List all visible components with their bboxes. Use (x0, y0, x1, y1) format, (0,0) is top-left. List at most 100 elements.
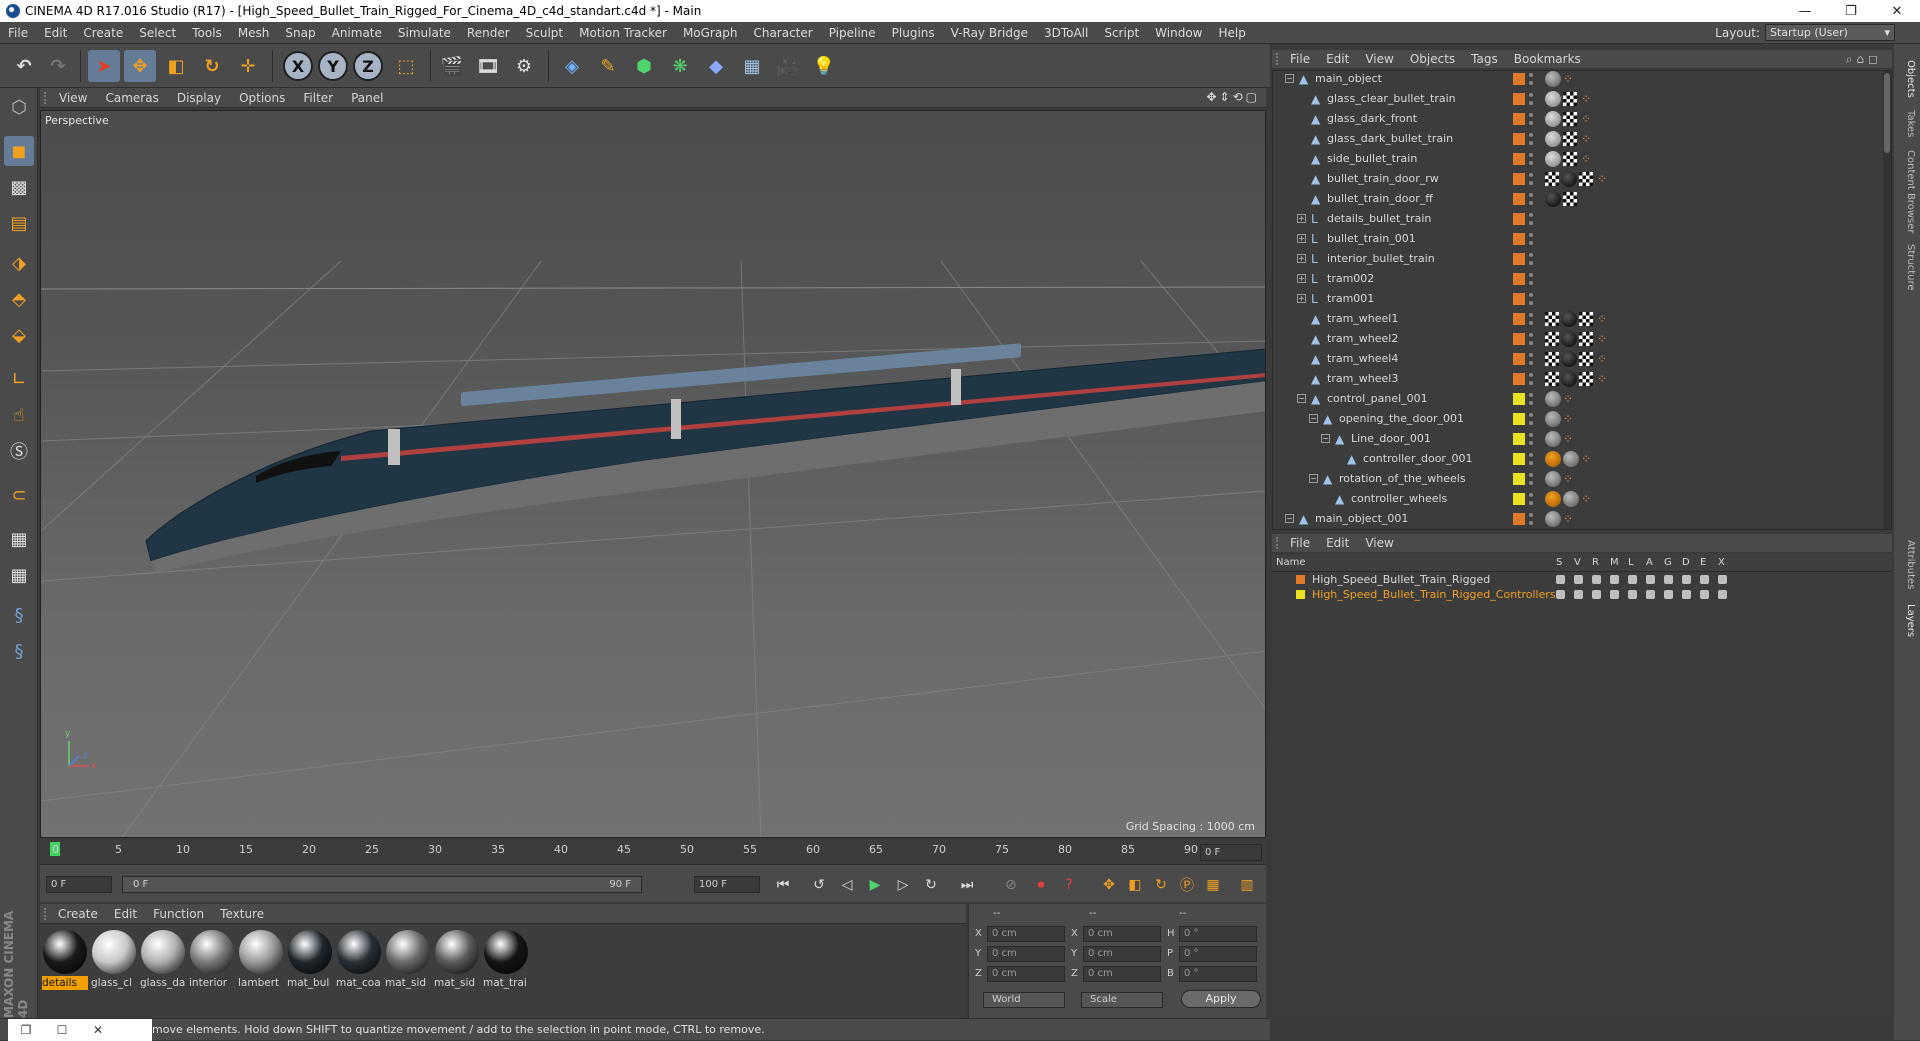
object-row[interactable]: ▲ glass_dark_bullet_train ⁘ (1273, 129, 1891, 149)
pos-x-field[interactable]: 0 cm (987, 926, 1065, 942)
key-scale-icon[interactable]: ◧ (1124, 874, 1146, 896)
layer-col-animation[interactable]: A (1646, 557, 1653, 568)
object-row[interactable]: − ▲ main_object_001 ⁘ (1273, 509, 1891, 529)
weight-tag-icon[interactable]: ⁘ (1581, 112, 1595, 126)
layer-color-indicator[interactable] (1513, 273, 1525, 285)
menu-vray-bridge[interactable]: V-Ray Bridge (943, 26, 1036, 40)
weight-tag-icon[interactable]: ⁘ (1597, 332, 1611, 346)
layer-col-deformers[interactable]: D (1682, 557, 1690, 568)
visibility-dots-icon[interactable] (1529, 473, 1533, 485)
layer-color-indicator[interactable] (1513, 353, 1525, 365)
visibility-dots-icon[interactable] (1529, 453, 1533, 465)
viewport-menu-filter[interactable]: Filter (294, 91, 342, 105)
layers-menu-file[interactable]: File (1282, 536, 1318, 550)
layout-dropdown[interactable]: Startup (User) ▾ (1765, 24, 1895, 41)
material-tag-icon[interactable] (1545, 91, 1561, 107)
material-tag-icon[interactable] (1545, 391, 1561, 407)
weight-tag-icon[interactable]: ⁘ (1581, 492, 1595, 506)
texture-tag-icon[interactable] (1545, 352, 1559, 366)
object-name[interactable]: bullet_train_door_rw (1327, 172, 1439, 185)
object-row[interactable]: ▲ bullet_train_door_rw ⁘ (1273, 169, 1891, 189)
current-frame-field[interactable]: 0 F (1200, 844, 1262, 861)
viewport-menu-view[interactable]: View (50, 91, 96, 105)
rot-p-field[interactable]: 0 ° (1179, 946, 1257, 962)
scale-tool-icon[interactable]: ◧ (160, 50, 192, 82)
render-settings-icon[interactable]: ⚙ (508, 50, 540, 82)
object-row[interactable]: ▲ tram_wheel1 ⁘ (1273, 309, 1891, 329)
material-tag-icon[interactable] (1545, 491, 1561, 507)
frame-range-slider[interactable]: 0 F 90 F (122, 876, 642, 893)
tree-expander-icon[interactable] (1297, 314, 1306, 323)
texture-tag-icon[interactable] (1563, 112, 1577, 126)
size-y-field[interactable]: 0 cm (1083, 946, 1161, 962)
object-name[interactable]: tram_wheel3 (1327, 372, 1398, 385)
points-mode-icon[interactable]: ⬗ (4, 248, 34, 278)
layer-toggle-icon[interactable] (1556, 590, 1565, 599)
material-swatch[interactable]: mat_coa (336, 928, 382, 990)
key-pla-icon[interactable]: ▦ (1202, 874, 1224, 896)
material-tag-icon[interactable] (1545, 191, 1561, 207)
coordinate-system-icon[interactable]: ⬚ (390, 50, 422, 82)
texture-tag-icon[interactable] (1563, 132, 1577, 146)
object-name[interactable]: tram_wheel4 (1327, 352, 1398, 365)
previous-key-icon[interactable]: ↺ (808, 874, 830, 896)
magnet-icon[interactable]: ⊂ (4, 480, 34, 510)
texture-tag-icon[interactable] (1545, 372, 1559, 386)
object-name[interactable]: bullet_train_door_ff (1327, 192, 1433, 205)
layer-toggle-icon[interactable] (1610, 590, 1619, 599)
tree-expander-icon[interactable] (1297, 114, 1306, 123)
layer-toggle-icon[interactable] (1664, 590, 1673, 599)
layer-row[interactable]: High_Speed_Bullet_Train_Rigged (1272, 572, 1892, 587)
layer-color-indicator[interactable] (1513, 93, 1525, 105)
material-menu-create[interactable]: Create (50, 907, 106, 921)
menu-select[interactable]: Select (131, 26, 184, 40)
object-name[interactable]: glass_dark_front (1327, 112, 1417, 125)
visibility-dots-icon[interactable] (1529, 93, 1533, 105)
pos-y-field[interactable]: 0 cm (987, 946, 1065, 962)
object-row[interactable]: − ▲ main_object ⁘ (1273, 71, 1891, 89)
object-row[interactable]: ▲ glass_dark_front ⁘ (1273, 109, 1891, 129)
keyframe-selection-icon[interactable]: ⊘ (1000, 874, 1022, 896)
layer-toggle-icon[interactable] (1592, 575, 1601, 584)
material-tag-icon[interactable] (1545, 151, 1561, 167)
redo-icon[interactable]: ↷ (42, 50, 74, 82)
material-swatch[interactable]: mat_sid (385, 928, 431, 990)
texture-tag-icon[interactable] (1545, 332, 1559, 346)
layer-color-indicator[interactable] (1513, 73, 1525, 85)
material-swatch[interactable]: interior (189, 928, 235, 990)
visibility-dots-icon[interactable] (1529, 73, 1533, 85)
tree-expander-icon[interactable]: + (1297, 214, 1306, 223)
workplane-mode-icon[interactable]: ▤ (4, 208, 34, 238)
tree-expander-icon[interactable]: − (1285, 74, 1294, 83)
layer-name[interactable]: High_Speed_Bullet_Train_Rigged (1312, 573, 1490, 586)
play-icon[interactable]: ▶ (864, 874, 886, 896)
coordinate-space-dropdown[interactable]: World (983, 992, 1065, 1008)
key-position-icon[interactable]: ✥ (1098, 874, 1120, 896)
layer-toggle-icon[interactable] (1574, 590, 1583, 599)
layer-toggle-icon[interactable] (1592, 590, 1601, 599)
visibility-dots-icon[interactable] (1529, 433, 1533, 445)
spline-pen-icon[interactable]: ✎ (592, 50, 624, 82)
texture-tag-icon[interactable] (1579, 352, 1593, 366)
material-swatch[interactable]: mat_sid (434, 928, 480, 990)
render-picture-viewer-icon[interactable]: 🎞 (472, 50, 504, 82)
step-forward-icon[interactable]: ▷ (892, 874, 914, 896)
object-name[interactable]: controller_wheels (1351, 492, 1447, 505)
layer-col-visible[interactable]: V (1574, 557, 1581, 568)
tree-expander-icon[interactable] (1297, 94, 1306, 103)
object-name[interactable]: controller_door_001 (1363, 452, 1472, 465)
objects-menu-file[interactable]: File (1282, 52, 1318, 66)
object-name[interactable]: Line_door_001 (1351, 432, 1431, 445)
menu-plugins[interactable]: Plugins (884, 26, 943, 40)
object-name[interactable]: main_object_001 (1315, 512, 1408, 525)
tree-expander-icon[interactable] (1297, 154, 1306, 163)
layer-toggle-icon[interactable] (1682, 575, 1691, 584)
layer-name[interactable]: High_Speed_Bullet_Train_Rigged_Controlle… (1312, 588, 1556, 601)
layer-col-locked[interactable]: L (1628, 557, 1634, 568)
menu-edit[interactable]: Edit (36, 26, 75, 40)
tab-attributes[interactable]: Attributes (1898, 540, 1916, 589)
visibility-dots-icon[interactable] (1529, 233, 1533, 245)
object-row[interactable]: + Ltram002 (1273, 269, 1891, 289)
workplane-snap-icon[interactable]: ▦ (4, 560, 34, 590)
tree-expander-icon[interactable] (1297, 334, 1306, 343)
